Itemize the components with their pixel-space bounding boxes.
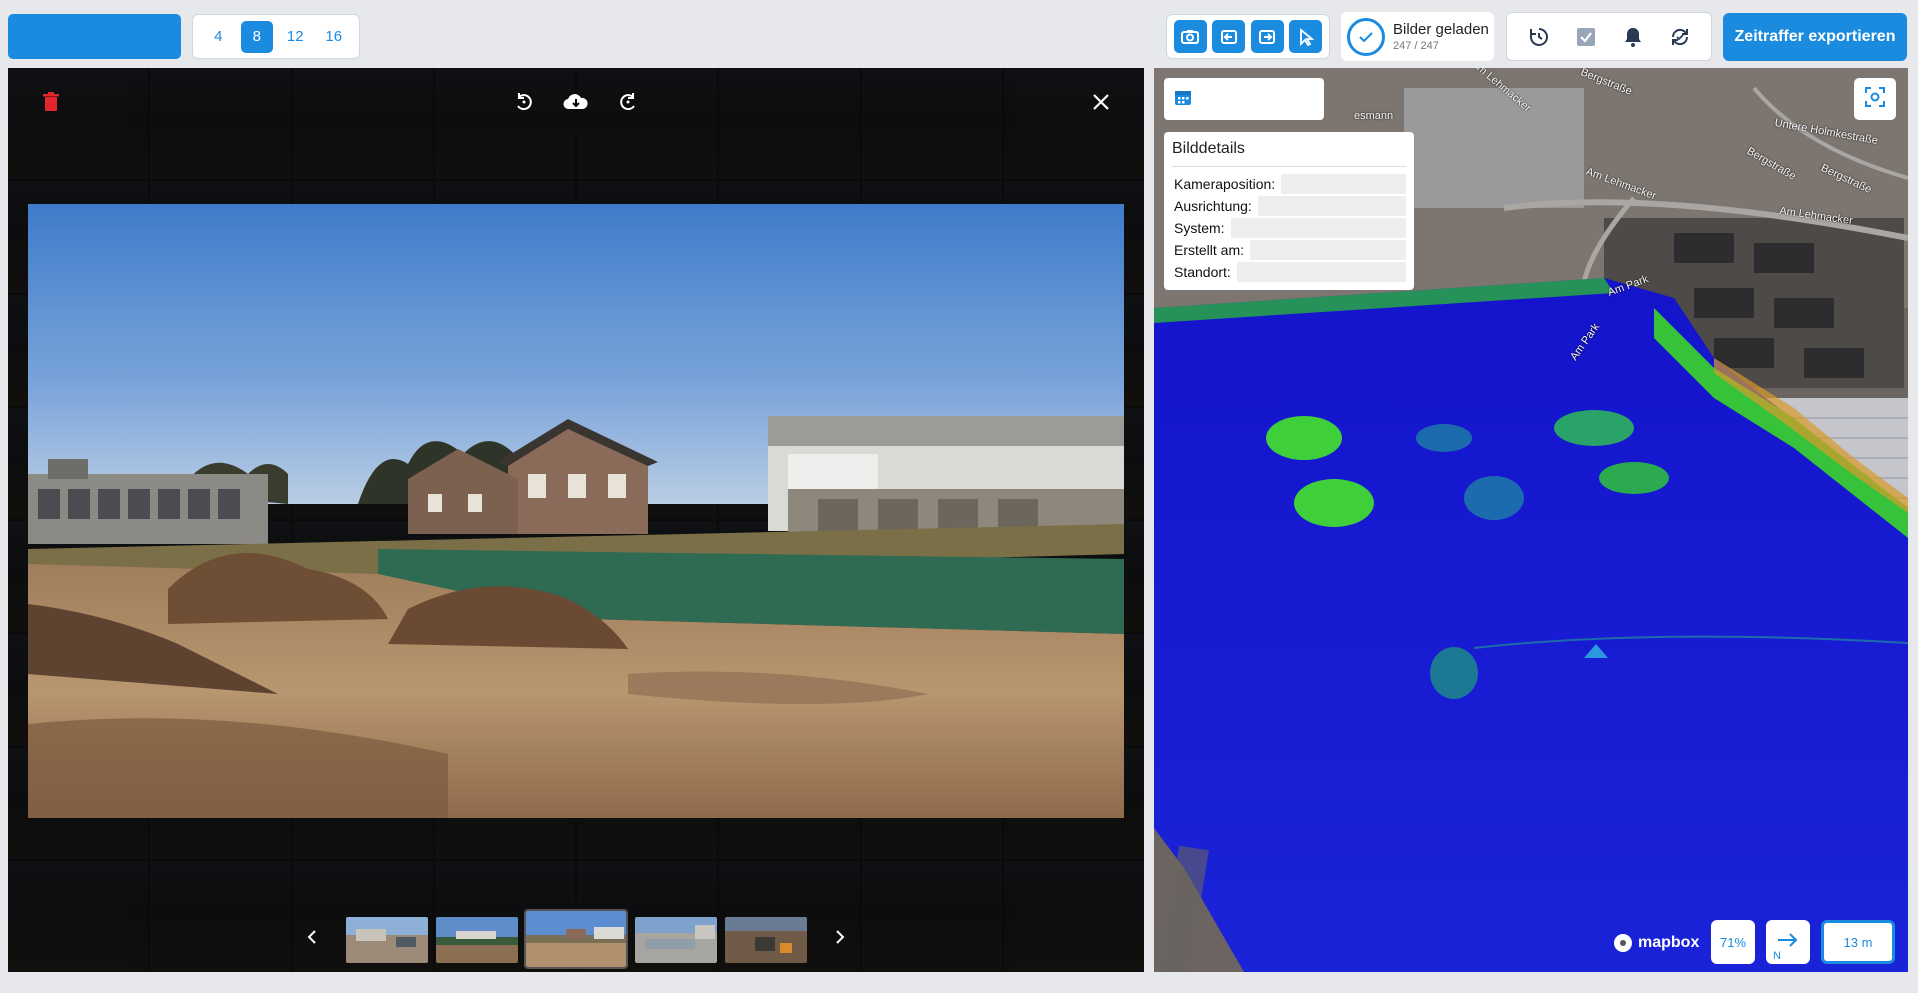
grid-option-8[interactable]: 8 [240,20,273,53]
checkbox-icon[interactable] [1569,20,1603,54]
detail-row-created: Erstellt am: [1172,239,1406,261]
camera-icon[interactable] [1173,20,1207,53]
viewer-toolbar [8,68,1144,136]
detail-value [1257,196,1406,216]
thumbnail[interactable] [725,917,807,963]
image-details-panel: Bilddetails Kameraposition: Ausrichtung:… [1164,132,1414,290]
next-camera-icon[interactable] [1250,20,1284,53]
calendar-icon [1174,88,1192,111]
street-label: esmann [1354,110,1394,122]
trash-icon[interactable] [33,84,69,120]
detail-label: Erstellt am: [1174,242,1245,258]
cursor-icon[interactable] [1289,20,1323,53]
grid-option-12[interactable]: 12 [279,21,311,53]
image-viewer [8,68,1144,972]
detail-value [1230,218,1406,238]
bell-icon[interactable] [1616,20,1650,54]
export-timelapse-button[interactable]: Zeitraffer exportieren [1723,13,1907,61]
top-toolbar: 4 8 12 16 Bilder geladen 247 / 247 Zeitr… [0,0,1918,68]
detail-label: Standort: [1174,264,1231,280]
thumbnail[interactable] [635,917,717,963]
thumbnail-strip [8,909,1144,969]
rotate-left-icon[interactable] [506,84,542,120]
mapbox-icon [1614,934,1632,952]
previous-camera-icon[interactable] [1212,20,1246,53]
compass-north-label: N [1773,950,1781,962]
sync-icon[interactable] [1663,20,1697,54]
grid-option-4[interactable]: 4 [202,21,234,53]
detail-label: System: [1174,220,1225,236]
detail-row-system: System: [1172,217,1406,239]
map-panel[interactable]: Am Lehmacker Bergstraße Untere Holmkestr… [1154,68,1908,972]
check-circle-icon [1347,17,1385,56]
detail-row-location: Standort: [1172,261,1406,283]
images-loaded-title: Bilder geladen [1393,21,1489,38]
rotate-right-icon[interactable] [610,84,646,120]
chevron-right-icon[interactable] [822,919,858,955]
detail-value [1281,174,1406,194]
mapbox-logo: mapbox [1614,934,1699,952]
images-loaded-status: Bilder geladen 247 / 247 [1341,12,1494,61]
scale-indicator: 13 m [1821,920,1895,964]
thumbnail-active[interactable] [524,909,628,969]
detail-row-camera-position: Kameraposition: [1172,173,1406,195]
action-icons-group [1506,12,1712,61]
detail-value [1236,262,1406,282]
thumbnail[interactable] [346,917,428,963]
grid-option-16[interactable]: 16 [318,21,350,53]
history-icon[interactable] [1522,20,1556,54]
focus-frame-icon [1864,86,1886,113]
zoom-level-button[interactable]: 71% [1711,920,1755,964]
close-icon[interactable] [1083,84,1119,120]
detail-row-orientation: Ausrichtung: [1172,195,1406,217]
thumbnail[interactable] [436,917,518,963]
details-title: Bilddetails [1172,140,1406,167]
detail-label: Kameraposition: [1174,176,1276,192]
grid-size-selector: 4 8 12 16 [192,14,360,59]
detail-value [1250,240,1406,260]
chevron-left-icon[interactable] [294,919,330,955]
cloud-download-icon[interactable] [558,84,594,120]
project-selector-button[interactable] [8,14,181,59]
fullscreen-focus-button[interactable] [1854,78,1896,120]
images-loaded-count: 247 / 247 [1393,40,1439,52]
construction-site-photo [28,204,1124,818]
date-picker-button[interactable] [1164,78,1324,120]
detail-label: Ausrichtung: [1174,198,1252,214]
camera-tools-group [1166,14,1330,59]
compass-button[interactable]: N [1766,920,1810,964]
